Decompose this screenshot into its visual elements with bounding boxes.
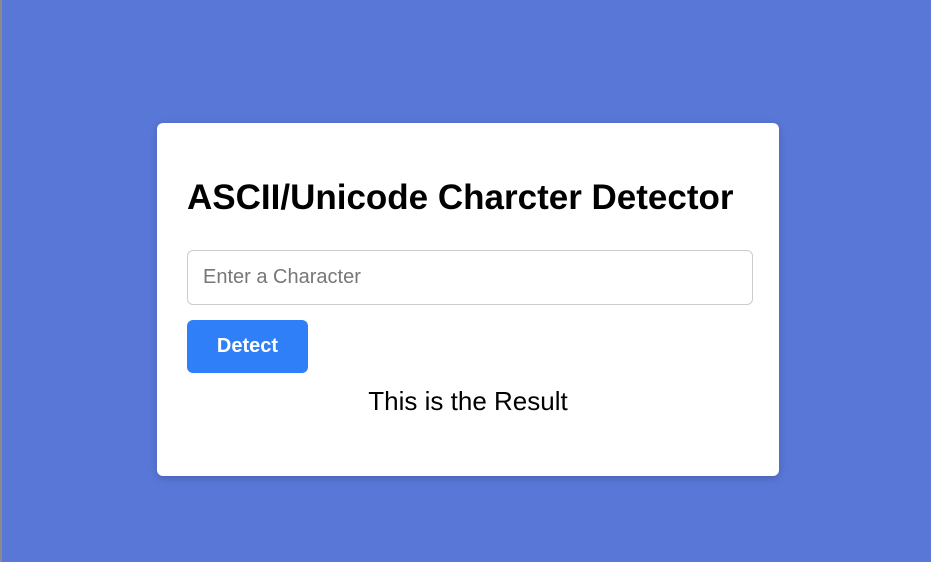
window-left-edge [0,0,2,562]
result-text: This is the Result [368,386,568,416]
character-input[interactable] [187,250,753,305]
page-title: ASCII/Unicode Charcter Detector [187,178,734,217]
detect-button[interactable]: Detect [187,320,308,373]
detector-card: ASCII/Unicode Charcter Detector Detect T… [157,123,779,476]
